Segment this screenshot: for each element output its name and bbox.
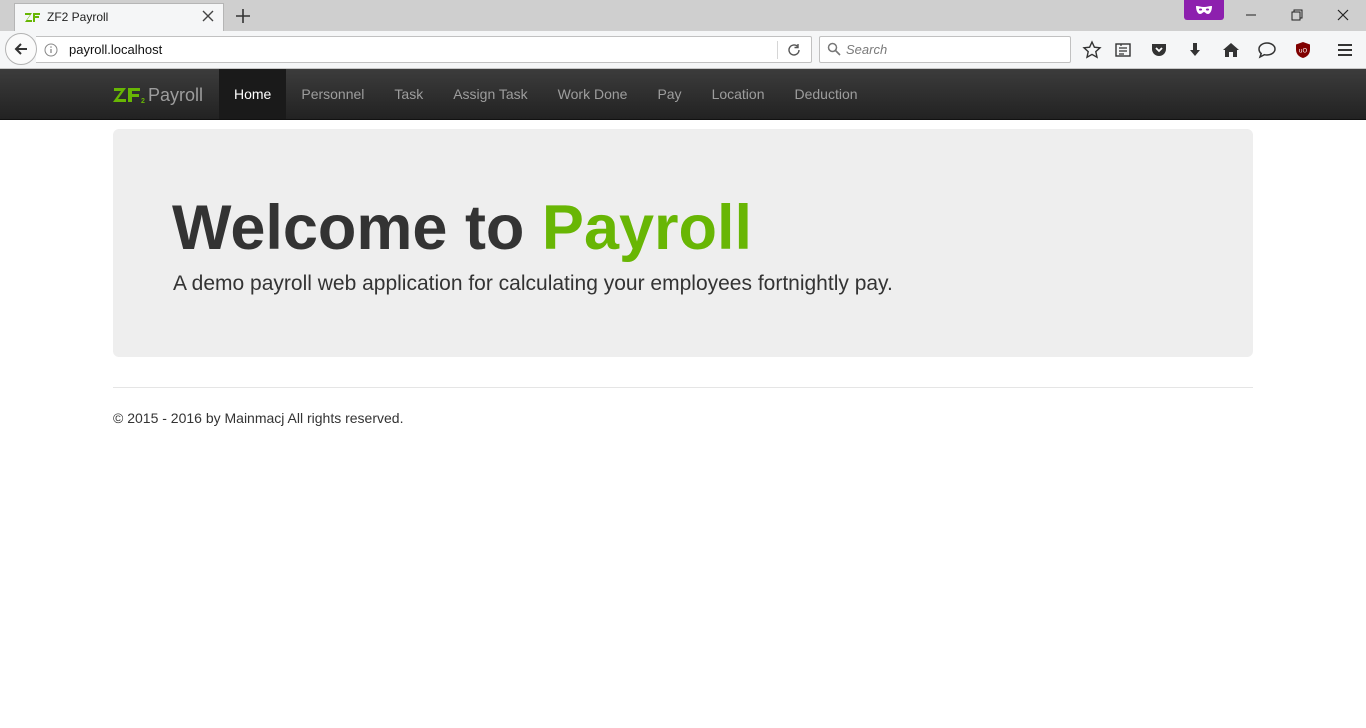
search-input[interactable] [846, 38, 1066, 61]
home-icon[interactable] [1221, 40, 1241, 60]
menu-icon[interactable] [1335, 40, 1355, 60]
back-arrow-icon [14, 43, 27, 55]
zf2-logo-icon: 2 [113, 88, 145, 104]
nav-task[interactable]: Task [379, 69, 438, 119]
back-button[interactable] [5, 33, 37, 65]
browser-tab-strip: ZF2 Payroll [0, 0, 1366, 31]
nav-assign-task[interactable]: Assign Task [438, 69, 542, 119]
site-navbar: 2 Payroll Home Personnel Task Assign Tas… [0, 69, 1366, 120]
nav-pay[interactable]: Pay [642, 69, 696, 119]
info-icon[interactable] [44, 43, 58, 57]
restore-icon[interactable] [1288, 6, 1306, 24]
brand-link[interactable]: 2 Payroll [113, 83, 203, 107]
tab-close-icon[interactable] [201, 9, 215, 23]
title-prefix: Welcome to [172, 193, 542, 263]
nav-location[interactable]: Location [697, 69, 780, 119]
url-divider [777, 41, 778, 59]
svg-text:2: 2 [141, 98, 145, 104]
svg-text:uO: uO [1299, 48, 1308, 55]
nav-personnel[interactable]: Personnel [286, 69, 379, 119]
lead-text: A demo payroll web application for calcu… [173, 272, 893, 295]
chat-icon[interactable] [1257, 40, 1277, 60]
pocket-icon[interactable] [1149, 40, 1169, 60]
private-mask-icon [1196, 6, 1212, 14]
search-icon [827, 42, 841, 56]
main-nav: Home Personnel Task Assign Task Work Don… [219, 69, 873, 119]
downloads-icon[interactable] [1185, 40, 1205, 60]
reload-icon[interactable] [786, 42, 802, 58]
nav-work-done[interactable]: Work Done [543, 69, 643, 119]
new-tab-icon[interactable] [234, 7, 252, 25]
url-text[interactable]: payroll.localhost [69, 42, 162, 57]
page-title: Welcome to Payroll [172, 192, 752, 264]
zf2-favicon-icon [25, 13, 40, 22]
footer-copyright: © 2015 - 2016 by Mainmacj All rights res… [113, 410, 404, 426]
title-accent: Payroll [541, 193, 753, 263]
private-browsing-badge [1184, 0, 1224, 20]
url-bar[interactable]: payroll.localhost [36, 36, 812, 63]
bookmark-star-icon[interactable] [1082, 40, 1102, 60]
browser-toolbar: payroll.localhost uO [0, 31, 1366, 69]
reading-list-icon[interactable] [1113, 40, 1133, 60]
ublock-icon[interactable]: uO [1293, 40, 1313, 60]
welcome-jumbotron: Welcome to Payroll A demo payroll web ap… [113, 129, 1253, 357]
footer-divider [113, 387, 1253, 388]
nav-home[interactable]: Home [219, 69, 287, 119]
tab-title: ZF2 Payroll [47, 10, 109, 24]
nav-deduction[interactable]: Deduction [780, 69, 873, 119]
minimize-icon[interactable] [1242, 6, 1260, 24]
search-bar[interactable] [819, 36, 1071, 63]
brand-name: Payroll [148, 84, 204, 105]
browser-tab[interactable]: ZF2 Payroll [14, 3, 224, 31]
window-close-icon[interactable] [1334, 6, 1352, 24]
